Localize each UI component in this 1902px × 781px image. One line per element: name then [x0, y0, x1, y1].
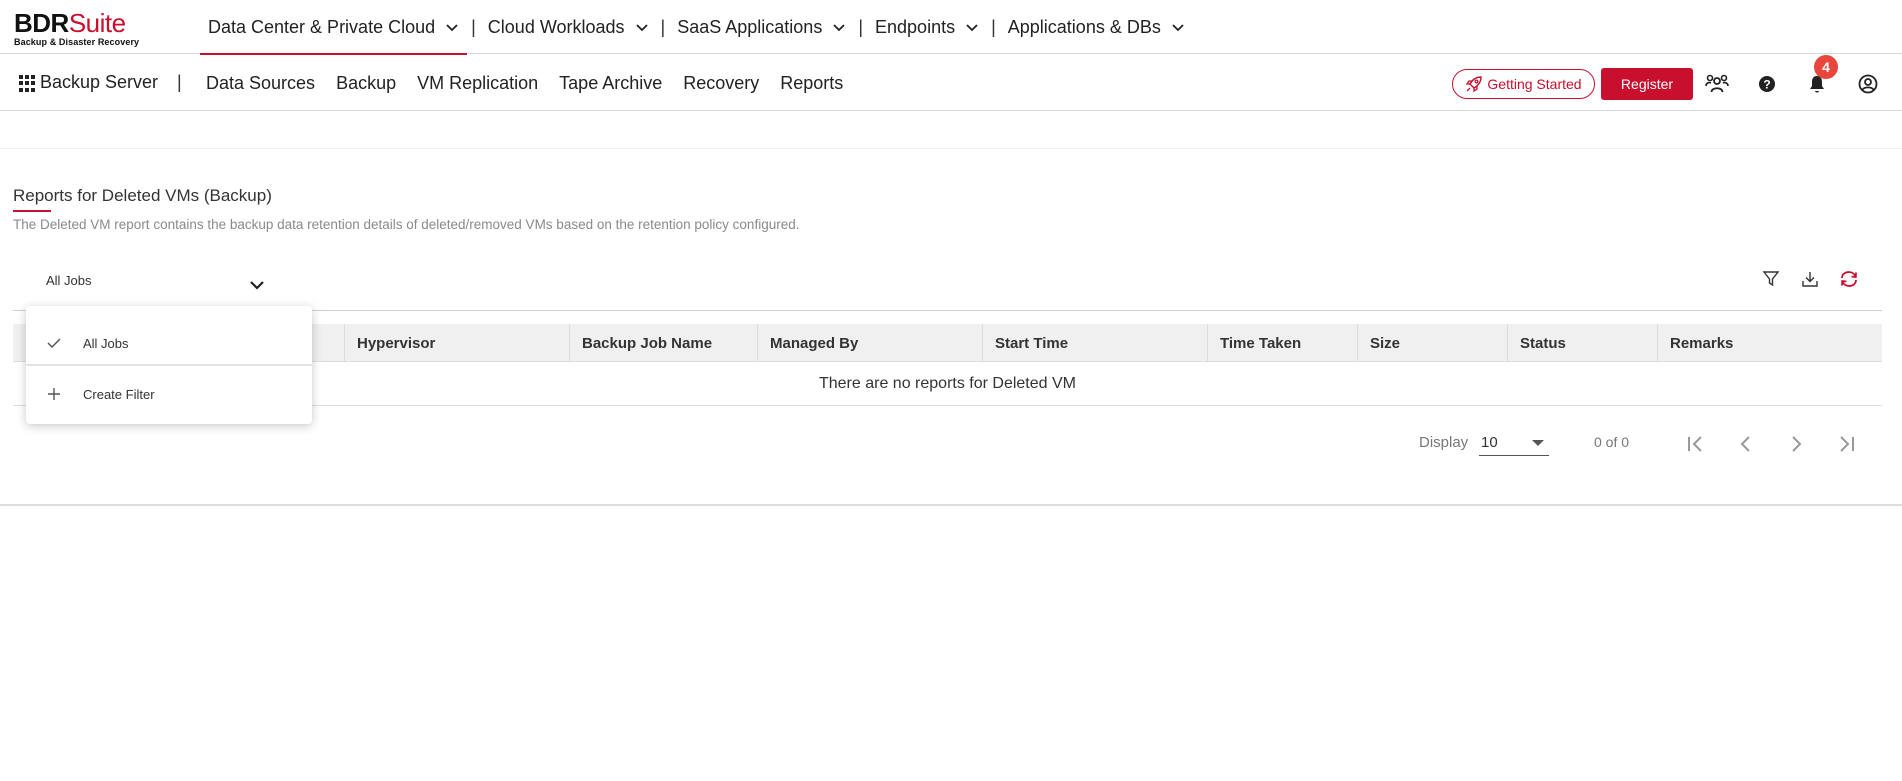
- divider: [0, 148, 1902, 149]
- nav-backup[interactable]: Backup: [336, 73, 396, 94]
- job-filter-select[interactable]: All Jobs: [26, 268, 272, 298]
- column-header-size[interactable]: Size: [1357, 324, 1507, 362]
- column-header-status[interactable]: Status: [1507, 324, 1657, 362]
- chevron-down-icon: [635, 20, 649, 34]
- page-title: Reports for Deleted VMs (Backup): [13, 186, 272, 205]
- nav-tape-archive[interactable]: Tape Archive: [559, 73, 662, 94]
- nav-separator: |: [660, 16, 666, 37]
- chevron-down-icon: [965, 20, 979, 34]
- product-tab-saas-applications[interactable]: SaaS Applications: [669, 0, 854, 54]
- nav-vm-replication[interactable]: VM Replication: [417, 73, 538, 94]
- page-count: 0 of 0: [1594, 434, 1630, 450]
- bdrsuite-logo[interactable]: BDRSuite Backup & Disaster Recovery: [14, 9, 139, 47]
- nav-recovery[interactable]: Recovery: [683, 73, 759, 94]
- plus-icon: [46, 386, 62, 402]
- job-filter-dropdown: All Jobs Create Filter: [26, 306, 312, 424]
- column-header-start-time[interactable]: Start Time: [982, 324, 1207, 362]
- product-tab-data-center[interactable]: Data Center & Private Cloud: [200, 0, 468, 55]
- nav-reports[interactable]: Reports: [780, 73, 843, 94]
- filter-icon[interactable]: [1760, 268, 1782, 290]
- download-icon[interactable]: [1799, 268, 1821, 290]
- chevron-down-icon: [832, 20, 846, 34]
- getting-started-label: Getting Started: [1487, 76, 1582, 92]
- column-header-remarks[interactable]: Remarks: [1657, 324, 1882, 362]
- register-button[interactable]: Register: [1601, 68, 1693, 100]
- chevron-down-icon: [249, 278, 265, 296]
- page-description: The Deleted VM report contains the backu…: [13, 217, 800, 232]
- nav-separator: |: [471, 16, 476, 37]
- section-divider: [0, 504, 1902, 506]
- nav-separator: |: [858, 16, 864, 37]
- chevron-down-icon: [445, 20, 459, 34]
- help-icon[interactable]: ?: [1755, 72, 1779, 96]
- last-page-icon[interactable]: [1832, 430, 1860, 458]
- module-nav: Data Sources Backup VM Replication Tape …: [206, 55, 864, 111]
- product-nav: Data Center & Private Cloud | Cloud Work…: [200, 0, 1193, 55]
- product-tab-cloud-workloads[interactable]: Cloud Workloads: [480, 0, 657, 54]
- product-tab-applications-dbs[interactable]: Applications & DBs: [1000, 0, 1193, 54]
- caret-down-icon: [1532, 440, 1544, 446]
- notification-count-badge: 4: [1814, 55, 1838, 79]
- column-header-backup-job-name[interactable]: Backup Job Name: [569, 324, 757, 362]
- page-size-value: 10: [1481, 434, 1498, 451]
- account-icon[interactable]: [1856, 72, 1880, 96]
- product-tab-label: Data Center & Private Cloud: [208, 16, 436, 37]
- product-bar: BDRSuite Backup & Disaster Recovery Data…: [0, 0, 1902, 55]
- product-tab-endpoints[interactable]: Endpoints: [867, 0, 987, 54]
- job-filter-value: All Jobs: [46, 273, 92, 288]
- chevron-down-icon: [1171, 20, 1185, 34]
- dropdown-option-create-filter[interactable]: Create Filter: [26, 372, 312, 416]
- column-header-managed-by[interactable]: Managed By: [757, 324, 982, 362]
- rocket-icon: [1466, 76, 1483, 93]
- next-page-icon[interactable]: [1782, 430, 1810, 458]
- previous-page-icon[interactable]: [1732, 430, 1760, 458]
- logo-tagline: Backup & Disaster Recovery: [14, 37, 140, 47]
- dropdown-option-all-jobs[interactable]: All Jobs: [26, 321, 312, 365]
- refresh-icon[interactable]: [1838, 268, 1860, 290]
- column-header-time-taken[interactable]: Time Taken: [1207, 324, 1357, 362]
- nav-data-sources[interactable]: Data Sources: [206, 73, 315, 94]
- dropdown-option-label: All Jobs: [83, 335, 129, 351]
- nav-separator: |: [991, 16, 996, 37]
- nav-separator: |: [177, 72, 182, 92]
- dropdown-option-label: Create Filter: [83, 386, 155, 402]
- svg-text:?: ?: [1763, 78, 1770, 92]
- module-bar: Backup Server | Data Sources Backup VM R…: [0, 55, 1902, 111]
- dropdown-divider: [26, 364, 312, 366]
- product-tab-label: SaaS Applications: [677, 16, 823, 37]
- product-tab-label: Applications & DBs: [1007, 16, 1161, 37]
- logo-wordmark: BDRSuite: [14, 8, 126, 38]
- getting-started-button[interactable]: Getting Started: [1452, 69, 1595, 99]
- title-underline: [13, 210, 51, 212]
- display-label: Display: [1419, 434, 1469, 451]
- product-tab-label: Endpoints: [875, 16, 956, 37]
- column-header-hypervisor[interactable]: Hypervisor: [344, 324, 569, 362]
- check-icon: [46, 335, 62, 351]
- backup-server-label[interactable]: Backup Server: [40, 72, 158, 93]
- first-page-icon[interactable]: [1682, 430, 1710, 458]
- product-tab-label: Cloud Workloads: [487, 16, 625, 37]
- users-group-icon[interactable]: [1705, 72, 1729, 96]
- app-grid-icon[interactable]: [19, 75, 36, 92]
- page-size-select[interactable]: 10: [1479, 430, 1549, 456]
